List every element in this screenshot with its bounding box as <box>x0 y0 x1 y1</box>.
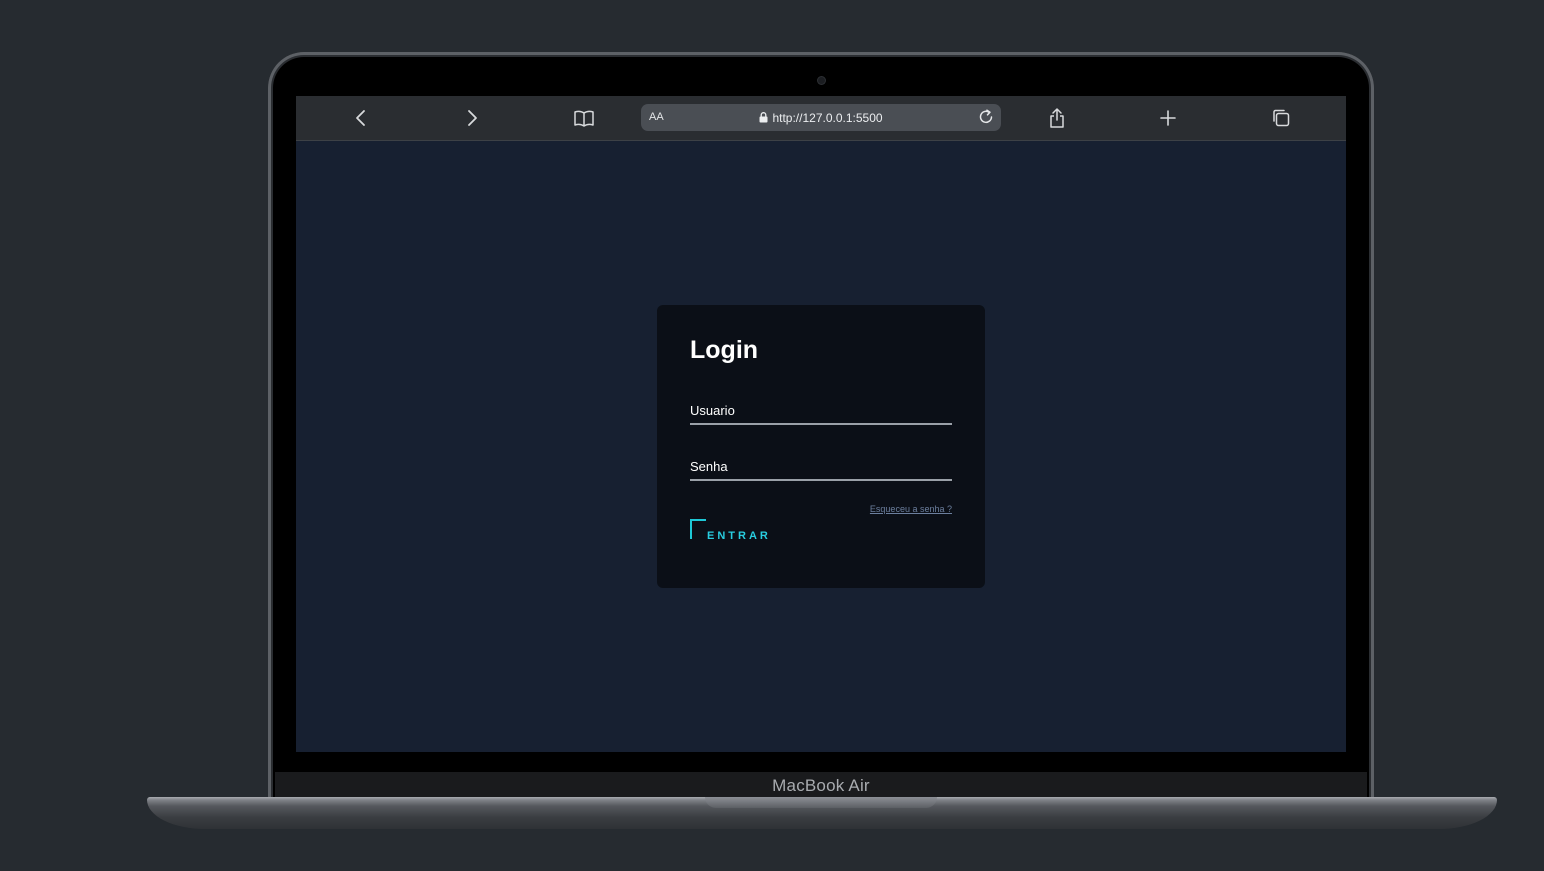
tabs-icon[interactable] <box>1269 106 1293 130</box>
password-field[interactable]: Senha <box>690 455 952 481</box>
reload-icon[interactable] <box>977 108 995 131</box>
share-icon[interactable] <box>1045 106 1069 130</box>
url-display[interactable]: http://127.0.0.1:5500 <box>641 111 1001 126</box>
forgot-password-link[interactable]: Esqueceu a senha ? <box>870 504 952 514</box>
submit-label: ENTRAR <box>707 530 771 542</box>
button-corner-accent <box>690 519 706 539</box>
camera-icon <box>818 77 825 84</box>
login-title: Login <box>690 336 759 364</box>
forward-icon[interactable] <box>460 106 484 130</box>
submit-button[interactable]: ENTRAR <box>690 519 780 545</box>
url-text: http://127.0.0.1:5500 <box>772 111 883 125</box>
device-name: MacBook Air <box>772 776 870 795</box>
back-icon[interactable] <box>349 106 373 130</box>
lock-icon <box>759 112 768 126</box>
browser-toolbar: AA http://127.0.0.1:5500 <box>296 96 1346 141</box>
login-card: Login Usuario Senha Esqueceu a senha ? E… <box>657 305 985 588</box>
username-field[interactable]: Usuario <box>690 399 952 425</box>
username-label: Usuario <box>690 403 735 418</box>
laptop-chin: MacBook Air <box>275 772 1367 800</box>
new-tab-icon[interactable] <box>1156 106 1180 130</box>
address-bar[interactable]: AA http://127.0.0.1:5500 <box>641 104 1001 131</box>
browser-window: AA http://127.0.0.1:5500 Login Usuario S <box>296 96 1346 752</box>
laptop-notch <box>705 797 937 808</box>
bookmarks-icon[interactable] <box>572 106 596 130</box>
password-label: Senha <box>690 459 728 474</box>
